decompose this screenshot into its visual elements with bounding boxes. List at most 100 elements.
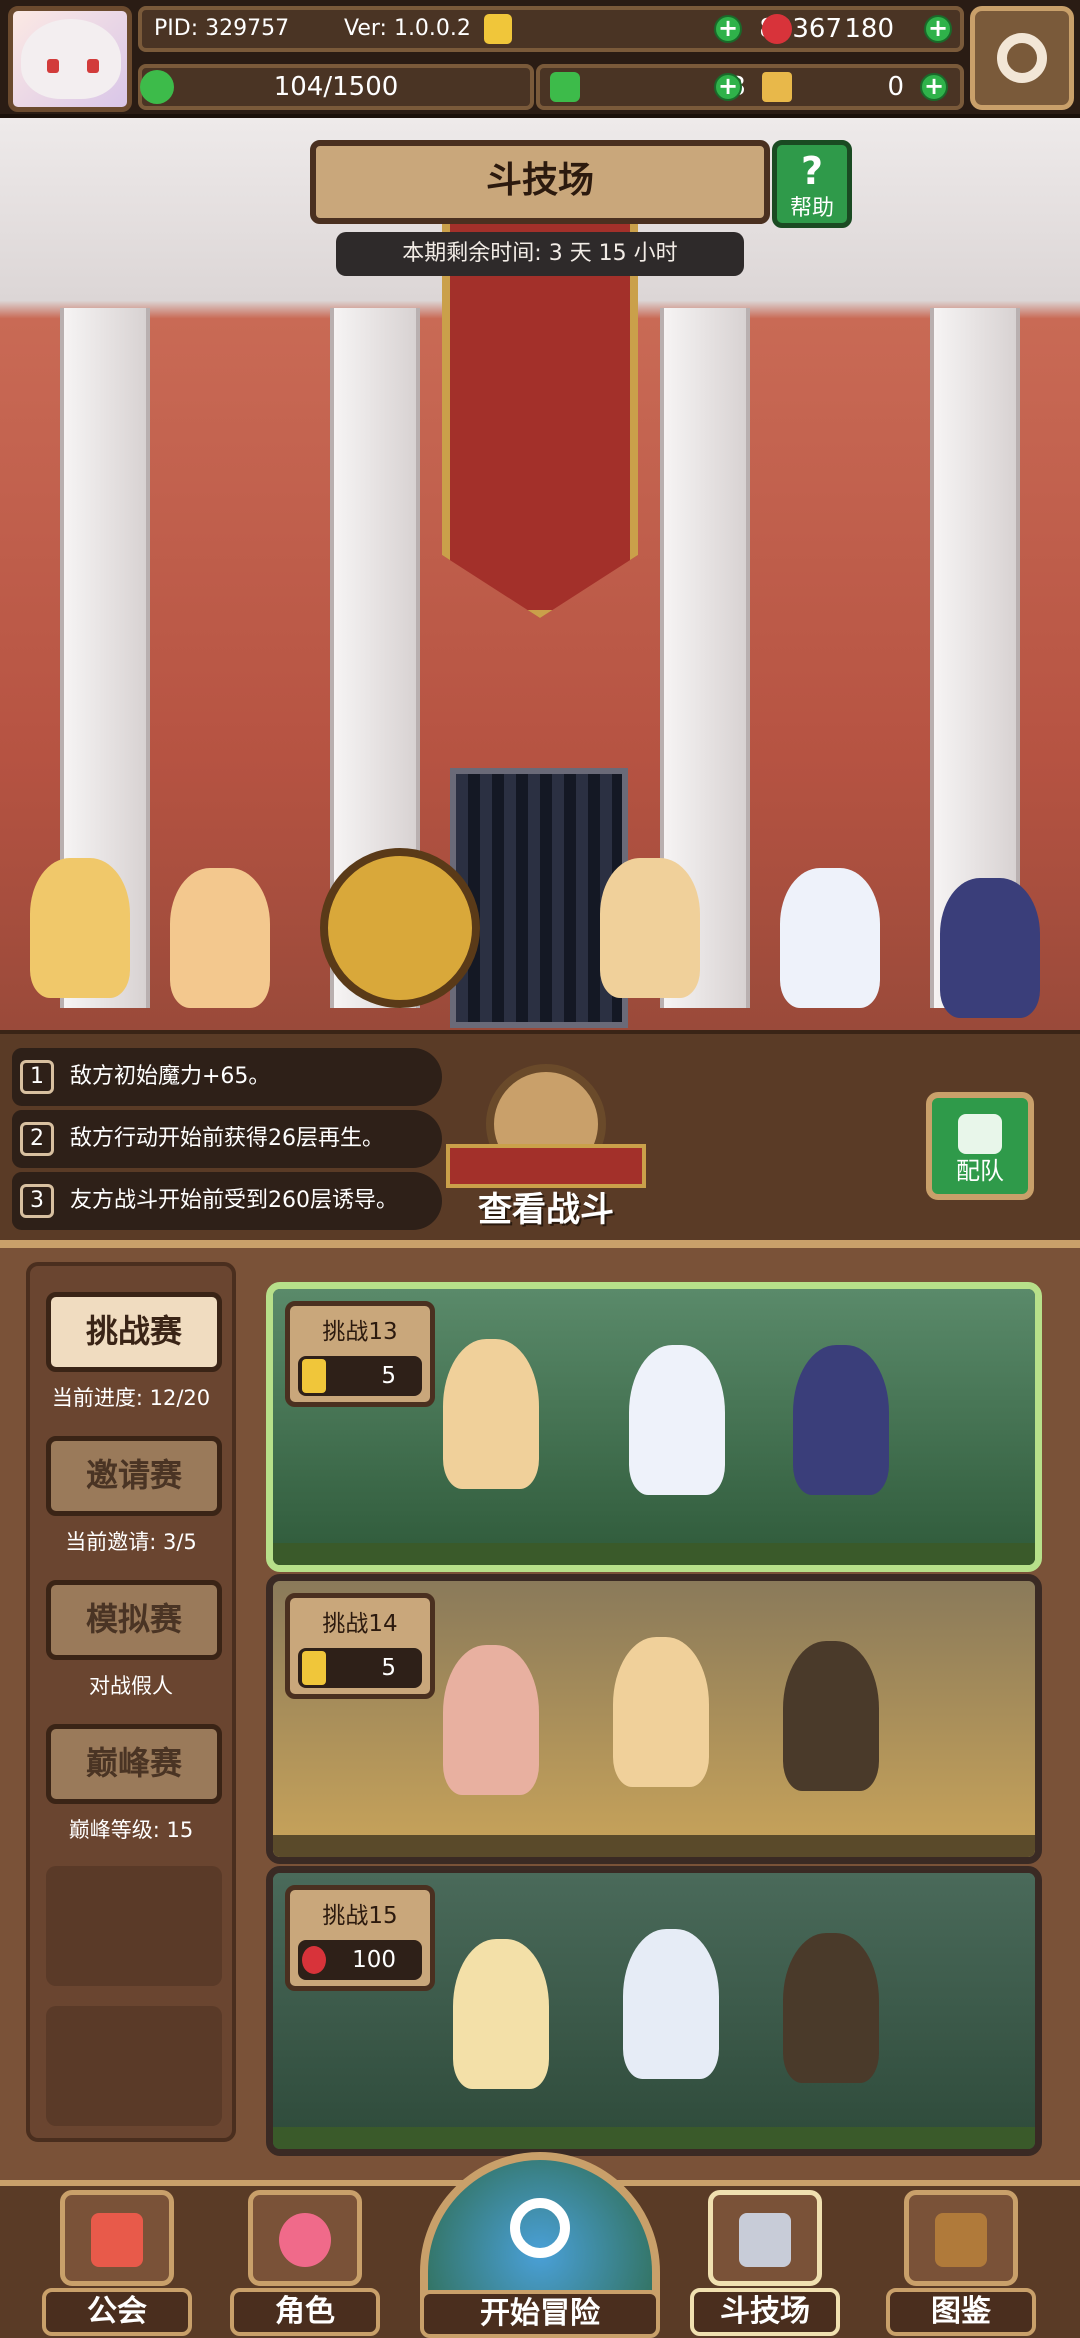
team-icon [958,1114,1002,1154]
nav-codex-label: 图鉴 [886,2288,1036,2336]
effect-text: 友方战斗开始前受到260层诱导。 [70,1188,398,1213]
effect-row: 3 友方战斗开始前受到260层诱导。 [12,1172,442,1230]
nav-arena-label: 斗技场 [690,2288,840,2336]
key-amount: 0 [887,72,904,102]
effect-row: 2 敌方行动开始前获得26层再生。 [12,1110,442,1168]
avatar-eye [87,59,99,73]
enemy-character [453,1939,549,2089]
enemy-character [783,1933,879,2083]
add-clover-button[interactable]: + [714,73,742,101]
character-face-icon [279,2213,331,2267]
red-gem-icon [302,1946,326,1974]
stamina-value: 104/1500 [273,72,399,102]
team-label: 配队 [956,1157,1004,1185]
mode-challenge-sub: 当前进度: 12/20 [51,1386,211,1410]
enemy-hero [940,878,1040,1018]
enemy-character [783,1641,879,1791]
effect-text: 敌方初始魔力+65。 [70,1064,271,1089]
mode-invite-button[interactable]: 邀请赛 [46,1436,222,1516]
mode-column: 挑战赛 当前进度: 12/20 邀请赛 当前邀请: 3/5 模拟赛 对战假人 巅… [26,1262,236,2142]
effect-number: 3 [20,1184,54,1218]
book-icon [935,2213,987,2267]
enemy-character [793,1345,889,1495]
mode-simulation-button[interactable]: 模拟赛 [46,1580,222,1660]
effect-number: 1 [20,1060,54,1094]
guild-house-icon [91,2213,143,2267]
add-red-gem-button[interactable]: + [924,15,952,43]
avatar-hair [21,19,121,99]
view-battle-button[interactable]: 查看战斗 [446,1064,646,1234]
crossed-swords-icon [739,2213,791,2267]
stamina-bar: 104/1500 [138,64,534,110]
challenge-card[interactable]: 挑战13 5 [266,1282,1042,1572]
nav-guild[interactable]: 公会 [42,2190,192,2338]
gold-coin-icon [484,14,512,44]
gear-icon [997,33,1047,83]
challenge-card[interactable]: 挑战14 5 [266,1574,1042,1864]
nav-start-label: 开始冒险 [420,2290,660,2338]
resource-bar-top: PID: 329757 Ver: 1.0.0.2 80367 + 180 + [138,6,964,52]
ground [273,2127,1035,2149]
help-icon: ? [800,149,824,193]
gold-gem-icon [302,1359,326,1393]
player-avatar[interactable] [8,6,132,112]
ally-hero [170,868,270,1008]
nav-box [60,2190,174,2286]
effect-row: 1 敌方初始魔力+65。 [12,1048,442,1106]
nav-character[interactable]: 角色 [230,2190,380,2338]
key-icon [762,72,792,102]
top-bar: PID: 329757 Ver: 1.0.0.2 80367 + 180 + 1… [0,0,1080,118]
clover-icon [550,72,580,102]
gold-gem-icon [302,1651,326,1685]
view-battle-label: 查看战斗 [478,1190,614,1230]
challenge-badge: 挑战14 5 [285,1593,435,1699]
nav-start-adventure[interactable]: 开始冒险 [420,2152,660,2338]
settings-button[interactable] [970,6,1074,110]
mode-simulation-sub: 对战假人 [89,1674,173,1698]
mode-invite-sub: 当前邀请: 3/5 [65,1530,197,1554]
mode-challenge-button[interactable]: 挑战赛 [46,1292,222,1372]
ground [273,1835,1035,1857]
mode-peak-button[interactable]: 巅峰赛 [46,1724,222,1804]
resource-bar-bottom: 3 + 0 + [536,64,964,110]
team-setup-button[interactable]: 配队 [926,1092,1034,1200]
nav-codex[interactable]: 图鉴 [886,2190,1036,2338]
add-key-button[interactable]: + [920,73,948,101]
effect-number: 2 [20,1122,54,1156]
arena-title: 斗技场 [310,140,770,224]
enemy-hero [780,868,880,1008]
effect-text: 敌方行动开始前获得26层再生。 [70,1126,384,1151]
challenge-badge: 挑战15 100 [285,1885,435,1991]
empty-mode-slot [46,1866,222,1986]
nav-box [904,2190,1018,2286]
avatar-eye [47,59,59,73]
ground [273,1543,1035,1565]
help-label: 帮助 [789,196,834,221]
enemy-character [443,1339,539,1489]
enemy-character [443,1645,539,1795]
challenge-card[interactable]: 挑战15 100 [266,1866,1042,2156]
player-id: PID: 329757 [154,16,290,41]
enemy-character [613,1637,709,1787]
magnifier-icon [510,2198,570,2258]
game-version: Ver: 1.0.0.2 [344,16,471,41]
nav-character-label: 角色 [230,2288,380,2336]
season-timer: 本期剩余时间: 3 天 15 小时 [336,232,744,276]
nav-box [248,2190,362,2286]
help-button[interactable]: ? 帮助 [772,140,852,228]
mode-peak-sub: 巅峰等级: 15 [68,1818,194,1842]
add-gold-button[interactable]: + [714,15,742,43]
enemy-hero [600,858,700,998]
nav-guild-label: 公会 [42,2288,192,2336]
ally-hero [320,848,480,1008]
challenge-title: 挑战14 [322,1611,398,1637]
challenge-title: 挑战15 [322,1903,398,1929]
nav-box [708,2190,822,2286]
nav-arena[interactable]: 斗技场 [690,2190,840,2338]
ally-hero [30,858,130,998]
enemy-character [629,1345,725,1495]
enemy-character [623,1929,719,2079]
challenge-title: 挑战13 [322,1319,398,1345]
red-gem-amount: 180 [844,14,894,44]
empty-mode-slot [46,2006,222,2126]
